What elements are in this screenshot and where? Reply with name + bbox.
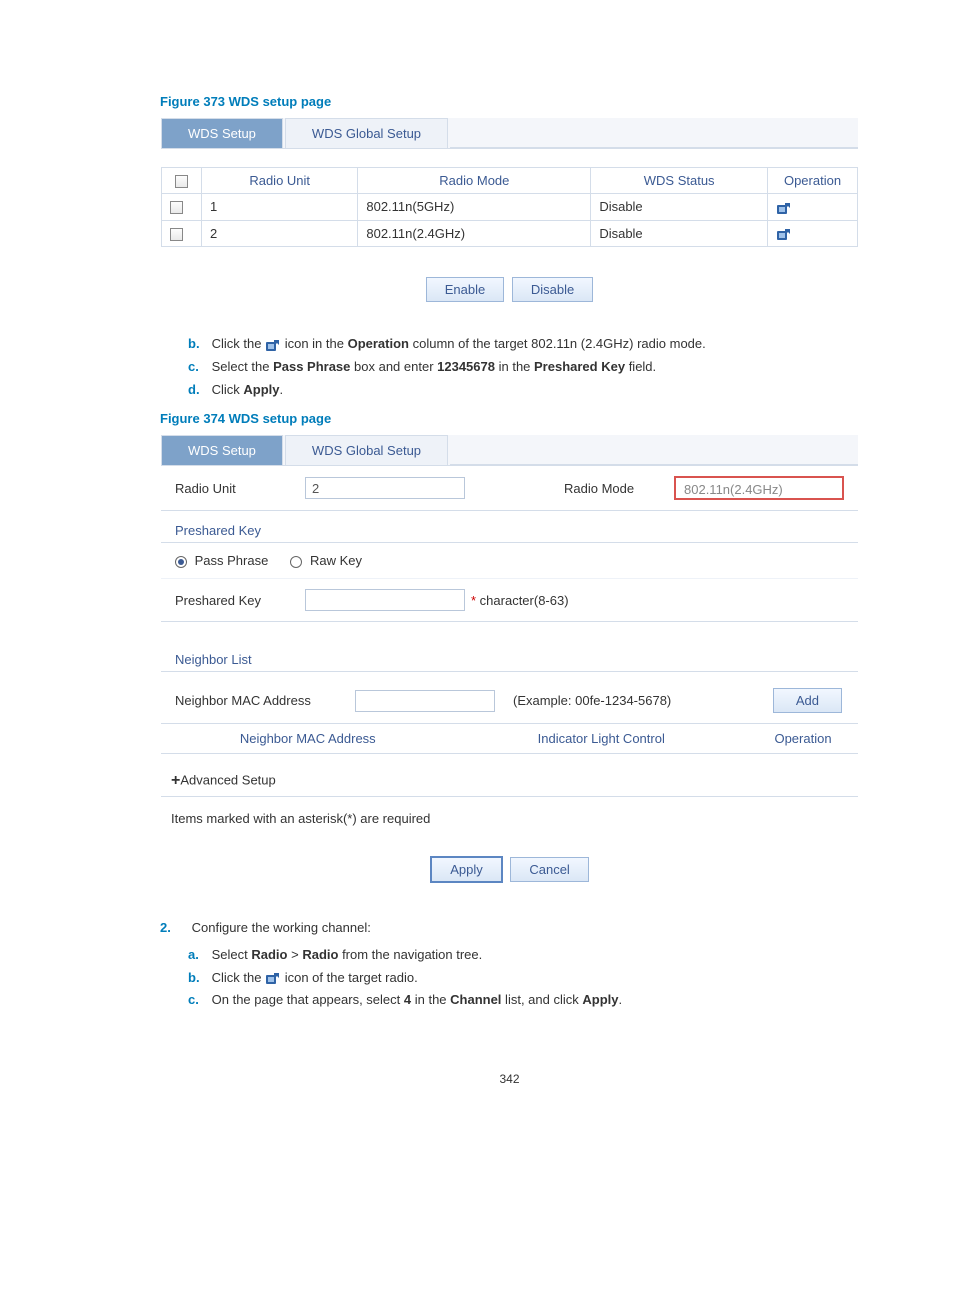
row-checkbox[interactable]	[170, 201, 183, 214]
tab-bar: WDS Setup WDS Global Setup	[161, 435, 858, 466]
tab-bar: WDS Setup WDS Global Setup	[161, 118, 858, 149]
neighbor-table-header: Neighbor MAC Address Indicator Light Con…	[161, 723, 858, 754]
cancel-button[interactable]: Cancel	[510, 857, 588, 882]
neighbor-list-section: Neighbor List	[161, 640, 858, 672]
page-number: 342	[160, 1072, 859, 1086]
pass-phrase-label: Pass Phrase	[195, 553, 269, 568]
edit-icon[interactable]	[776, 226, 792, 241]
step-d-text: Click Apply.	[212, 382, 284, 397]
edit-icon	[265, 970, 281, 985]
pk-hint: * character(8-63)	[471, 593, 569, 608]
edit-icon	[265, 336, 281, 351]
edit-icon[interactable]	[776, 199, 792, 214]
col-operation: Operation	[768, 168, 858, 194]
tab-wds-global[interactable]: WDS Global Setup	[285, 118, 448, 148]
neighbor-mac-example: (Example: 00fe-1234-5678)	[513, 693, 671, 708]
step-c-text: Select the Pass Phrase box and enter 123…	[212, 359, 657, 374]
col-radio-mode: Radio Mode	[358, 168, 591, 194]
pass-phrase-radio[interactable]	[175, 556, 187, 568]
row-checkbox[interactable]	[170, 228, 183, 241]
cell-radio-unit: 2	[202, 220, 358, 247]
step-number: 2.	[160, 916, 188, 939]
enable-button[interactable]: Enable	[426, 277, 504, 302]
step-label-c: c.	[188, 356, 208, 379]
cell-wds-status: Disable	[591, 220, 768, 247]
radio-table: Radio Unit Radio Mode WDS Status Operati…	[161, 167, 858, 247]
preshared-key-section: Preshared Key	[161, 511, 858, 543]
preshared-key-label: Preshared Key	[175, 593, 305, 608]
required-note: Items marked with an asterisk(*) are req…	[161, 796, 858, 826]
step-2b-text: Click the icon of the target radio.	[212, 970, 418, 985]
step-2-text: Configure the working channel:	[192, 920, 371, 935]
col-neighbor-mac: Neighbor MAC Address	[161, 724, 455, 753]
radio-unit-label: Radio Unit	[175, 481, 305, 496]
advanced-setup-toggle[interactable]: +Advanced Setup	[161, 754, 858, 796]
add-button[interactable]: Add	[773, 688, 842, 713]
wds-setup-ui-374: WDS Setup WDS Global Setup Radio Unit Ra…	[160, 434, 859, 894]
step-label-d: d.	[188, 379, 208, 402]
select-all-checkbox[interactable]	[175, 175, 188, 188]
tab-wds-setup[interactable]: WDS Setup	[161, 118, 283, 148]
disable-button[interactable]: Disable	[512, 277, 593, 302]
cell-radio-mode: 802.11n(5GHz)	[358, 194, 591, 221]
step-label-b: b.	[188, 967, 208, 990]
figure-374-caption: Figure 374 WDS setup page	[160, 411, 859, 426]
raw-key-radio[interactable]	[290, 556, 302, 568]
cell-wds-status: Disable	[591, 194, 768, 221]
col-radio-unit: Radio Unit	[202, 168, 358, 194]
step-label-c: c.	[188, 989, 208, 1012]
step-2a-text: Select Radio > Radio from the navigation…	[212, 947, 483, 962]
step-label-a: a.	[188, 944, 208, 967]
col-wds-status: WDS Status	[591, 168, 768, 194]
radio-unit-input[interactable]	[305, 477, 465, 499]
tab-wds-global[interactable]: WDS Global Setup	[285, 435, 448, 465]
radio-mode-value: 802.11n(2.4GHz)	[674, 476, 844, 500]
step-label-b: b.	[188, 333, 208, 356]
step-2: 2. Configure the working channel: a. Sel…	[160, 916, 859, 1012]
apply-button[interactable]: Apply	[430, 856, 503, 883]
table-row: 1 802.11n(5GHz) Disable	[162, 194, 858, 221]
table-row: 2 802.11n(2.4GHz) Disable	[162, 220, 858, 247]
figure-373-caption: Figure 373 WDS setup page	[160, 94, 859, 109]
cell-radio-mode: 802.11n(2.4GHz)	[358, 220, 591, 247]
wds-setup-ui-373: WDS Setup WDS Global Setup Radio Unit Ra…	[160, 117, 859, 313]
cell-radio-unit: 1	[202, 194, 358, 221]
radio-mode-label: Radio Mode	[564, 481, 674, 496]
tab-wds-setup[interactable]: WDS Setup	[161, 435, 283, 465]
step-2c-text: On the page that appears, select 4 in th…	[212, 992, 622, 1007]
raw-key-label: Raw Key	[310, 553, 362, 568]
step-b-text: Click the icon in the Operation column o…	[212, 336, 706, 351]
neighbor-mac-input[interactable]	[355, 690, 495, 712]
plus-icon: +	[171, 772, 180, 789]
col-operation: Operation	[748, 724, 858, 753]
col-indicator-light: Indicator Light Control	[455, 724, 749, 753]
neighbor-mac-label: Neighbor MAC Address	[175, 693, 355, 708]
preshared-key-input[interactable]	[305, 589, 465, 611]
instruction-steps: b. Click the icon in the Operation colum…	[188, 333, 859, 401]
